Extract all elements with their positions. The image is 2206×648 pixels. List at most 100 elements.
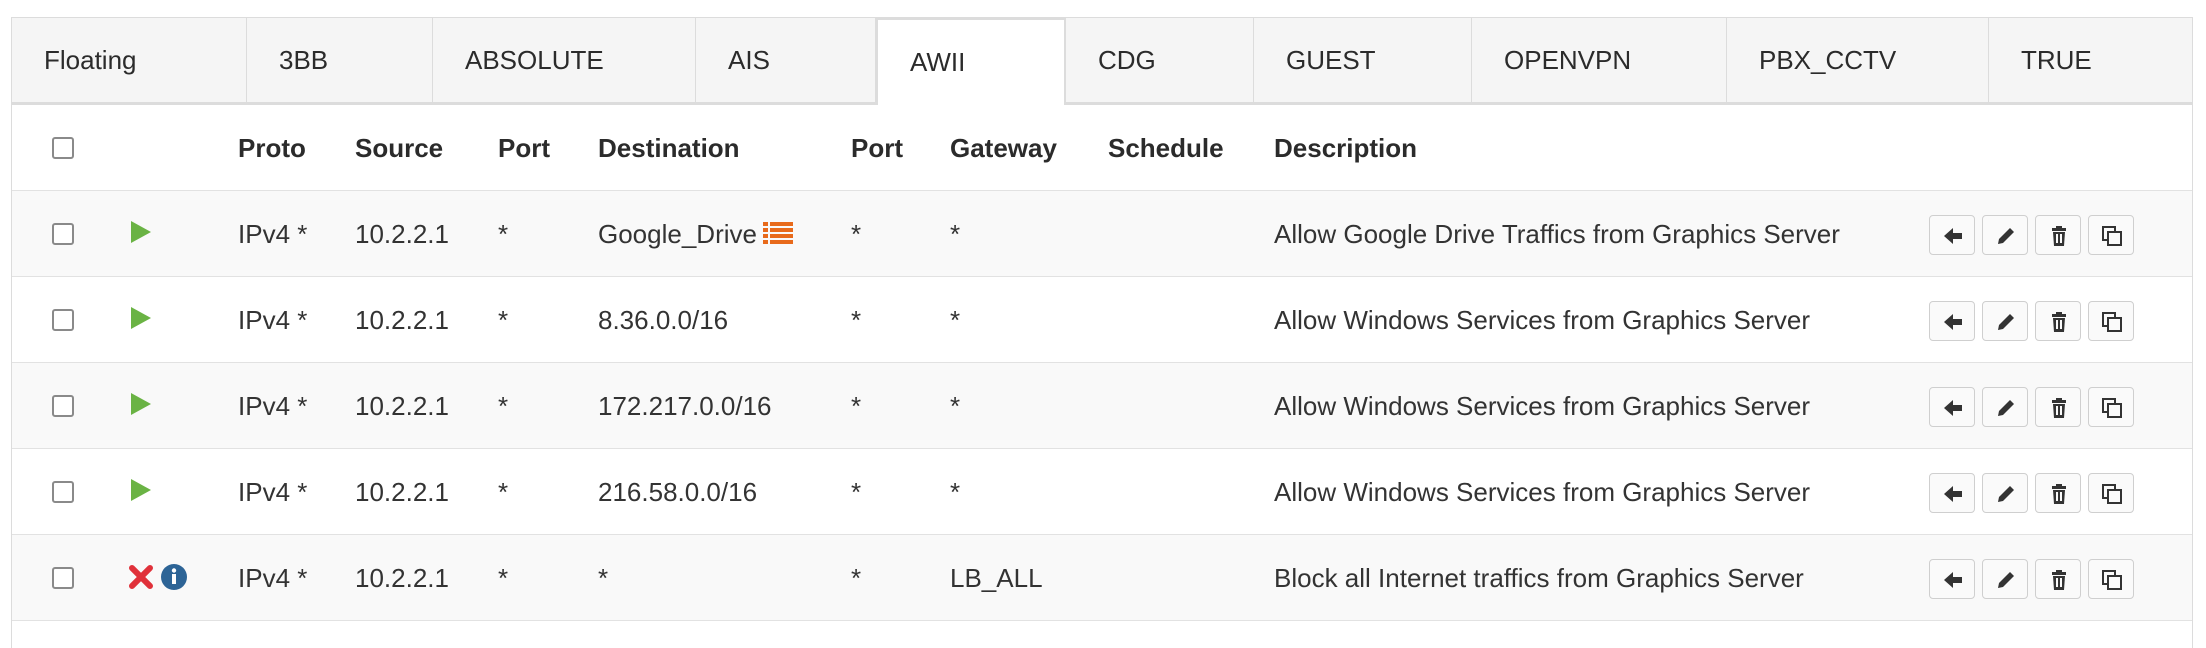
- anchor-button[interactable]: [1929, 559, 1975, 599]
- rule-dest-port: *: [851, 219, 862, 249]
- arrow-left-icon: [1944, 486, 1962, 502]
- rule-port: *: [498, 391, 509, 421]
- rule-port: *: [498, 305, 509, 335]
- anchor-button[interactable]: [1929, 215, 1975, 255]
- pencil-icon: [1998, 314, 2014, 330]
- rule-destination: 216.58.0.0/16: [598, 477, 758, 507]
- tab-cdg[interactable]: CDG: [1066, 18, 1254, 102]
- rule-description: Allow Windows Services from Graphics Ser…: [1274, 477, 1811, 507]
- delete-button[interactable]: [2035, 559, 2081, 599]
- copy-button[interactable]: [2088, 215, 2134, 255]
- table-header: Proto Source Port Destination Port Gatew…: [12, 105, 2192, 191]
- table-row[interactable]: IPv4 * 10.2.2.1 * 8.36.0.0/16 * * Allow …: [12, 277, 2192, 363]
- tab-true[interactable]: TRUE: [1989, 18, 2192, 102]
- delete-button[interactable]: [2035, 387, 2081, 427]
- rule-gateway: *: [950, 477, 961, 507]
- tab-guest[interactable]: GUEST: [1254, 18, 1472, 102]
- rule-port: *: [498, 477, 509, 507]
- anchor-button[interactable]: [1929, 473, 1975, 513]
- pencil-icon: [1998, 572, 2014, 588]
- rule-dest-port: *: [851, 477, 862, 507]
- rule-gateway: *: [950, 305, 961, 335]
- pencil-icon: [1998, 400, 2014, 416]
- rule-source: 10.2.2.1: [355, 477, 449, 507]
- rule-dest-port: *: [851, 305, 862, 335]
- tab-openvpn[interactable]: OPENVPN: [1472, 18, 1727, 102]
- interface-tabs: Floating 3BB ABSOLUTE AIS AWII CDG GUEST…: [12, 18, 2192, 105]
- rule-source: 10.2.2.1: [355, 305, 449, 335]
- copy-icon: [2102, 226, 2122, 246]
- edit-button[interactable]: [1982, 559, 2028, 599]
- col-dest-port: Port: [851, 133, 903, 163]
- copy-button[interactable]: [2088, 301, 2134, 341]
- table-row[interactable]: IPv4 * 10.2.2.1 * 172.217.0.0/16 * * All…: [12, 363, 2192, 449]
- rule-destination: Google_Drive: [598, 191, 793, 277]
- tab-floating[interactable]: Floating: [12, 18, 247, 102]
- delete-button[interactable]: [2035, 215, 2081, 255]
- row-checkbox[interactable]: [52, 395, 74, 417]
- edit-button[interactable]: [1982, 387, 2028, 427]
- row-checkbox[interactable]: [52, 309, 74, 331]
- row-checkbox[interactable]: [52, 481, 74, 503]
- arrow-left-icon: [1944, 400, 1962, 416]
- destination-alias-link[interactable]: Google_Drive: [598, 219, 757, 249]
- col-destination: Destination: [598, 133, 740, 163]
- copy-icon: [2102, 570, 2122, 590]
- row-checkbox[interactable]: [52, 223, 74, 245]
- rule-destination: 8.36.0.0/16: [598, 305, 729, 335]
- table-row[interactable]: IPv4 * 10.2.2.1 * * * LB_ALL Block all I…: [12, 535, 2192, 621]
- rule-description: Allow Windows Services from Graphics Ser…: [1274, 305, 1811, 335]
- rule-proto: IPv4 *: [238, 477, 308, 507]
- table-row[interactable]: IPv4 * 10.2.2.1 * Google_Drive * * Allow…: [12, 191, 2192, 277]
- firewall-rules-panel: Floating 3BB ABSOLUTE AIS AWII CDG GUEST…: [11, 17, 2193, 648]
- list-icon[interactable]: [762, 221, 793, 245]
- copy-button[interactable]: [2088, 559, 2134, 599]
- col-schedule: Schedule: [1108, 133, 1224, 163]
- trash-icon: [2052, 570, 2066, 590]
- delete-button[interactable]: [2035, 301, 2081, 341]
- trash-icon: [2052, 226, 2066, 246]
- rule-proto: IPv4 *: [238, 219, 308, 249]
- copy-button[interactable]: [2088, 473, 2134, 513]
- rule-proto: IPv4 *: [238, 563, 308, 593]
- col-description: Description: [1274, 133, 1418, 163]
- tab-ais[interactable]: AIS: [696, 18, 876, 102]
- rule-source: 10.2.2.1: [355, 563, 449, 593]
- copy-icon: [2102, 312, 2122, 332]
- col-port: Port: [498, 133, 550, 163]
- rule-destination: *: [598, 563, 609, 593]
- rule-description: Allow Google Drive Traffics from Graphic…: [1274, 219, 1840, 249]
- rule-dest-port: *: [851, 563, 862, 593]
- edit-button[interactable]: [1982, 473, 2028, 513]
- rule-gateway: LB_ALL: [950, 563, 1043, 593]
- table-row[interactable]: IPv4 * 10.2.2.1 * 216.58.0.0/16 * * Allo…: [12, 449, 2192, 535]
- tab-absolute[interactable]: ABSOLUTE: [433, 18, 696, 102]
- rule-description: Allow Windows Services from Graphics Ser…: [1274, 391, 1811, 421]
- edit-button[interactable]: [1982, 215, 2028, 255]
- row-checkbox[interactable]: [52, 567, 74, 589]
- rule-gateway: *: [950, 391, 961, 421]
- select-all-checkbox[interactable]: [52, 137, 74, 159]
- col-proto: Proto: [238, 133, 306, 163]
- rule-description: Block all Internet traffics from Graphic…: [1274, 563, 1804, 593]
- trash-icon: [2052, 312, 2066, 332]
- rule-port: *: [498, 219, 509, 249]
- arrow-left-icon: [1944, 572, 1962, 588]
- tab-awii[interactable]: AWII: [876, 18, 1066, 105]
- copy-button[interactable]: [2088, 387, 2134, 427]
- tab-3bb[interactable]: 3BB: [247, 18, 433, 102]
- edit-button[interactable]: [1982, 301, 2028, 341]
- rule-source: 10.2.2.1: [355, 391, 449, 421]
- copy-icon: [2102, 398, 2122, 418]
- rule-gateway: *: [950, 219, 961, 249]
- col-gateway: Gateway: [950, 133, 1057, 163]
- pencil-icon: [1998, 486, 2014, 502]
- anchor-button[interactable]: [1929, 387, 1975, 427]
- rule-source: 10.2.2.1: [355, 219, 449, 249]
- tab-pbx-cctv[interactable]: PBX_CCTV: [1727, 18, 1989, 102]
- arrow-left-icon: [1944, 228, 1962, 244]
- delete-button[interactable]: [2035, 473, 2081, 513]
- rule-port: *: [498, 563, 509, 593]
- col-source: Source: [355, 133, 444, 163]
- anchor-button[interactable]: [1929, 301, 1975, 341]
